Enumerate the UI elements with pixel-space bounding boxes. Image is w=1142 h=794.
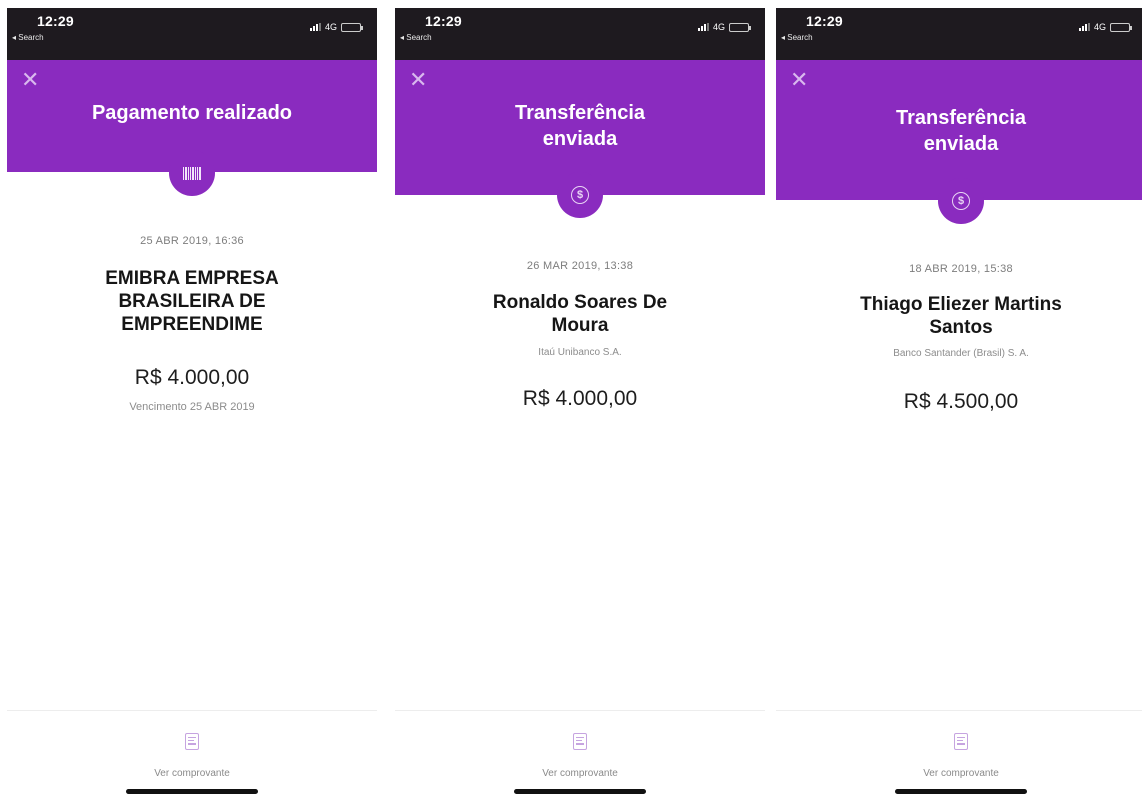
network-label: 4G — [324, 22, 337, 32]
screen-transfer-1: 12:29 ◂ Search 4G ✕ Transferência enviad… — [395, 8, 765, 794]
signal-icon — [309, 23, 321, 31]
status-bar: 12:29 ◂ Search 4G — [776, 8, 1142, 60]
recipient-name: Thiago Eliezer Martins Santos — [860, 294, 1062, 338]
back-to-search-link[interactable]: ◂ Search — [12, 33, 44, 42]
status-indicators: 4G — [1078, 22, 1132, 32]
transaction-date: 26 MAR 2019, 13:38 — [526, 260, 634, 272]
signal-icon — [697, 23, 709, 31]
status-time: 12:29 — [425, 13, 462, 29]
header-title: Transferência enviada — [514, 102, 646, 150]
bank-name: Itaú Unibanco S.A. — [538, 347, 622, 358]
battery-icon — [1110, 22, 1132, 32]
screen-transfer-2: 12:29 ◂ Search 4G ✕ Transferência enviad… — [776, 8, 1142, 794]
amount: R$ 4.000,00 — [134, 366, 250, 389]
header-title: Transferência enviada — [895, 107, 1027, 155]
amount: R$ 4.500,00 — [903, 390, 1019, 413]
status-bar: 12:29 ◂ Search 4G — [7, 8, 377, 60]
home-indicator — [514, 789, 646, 794]
status-time: 12:29 — [37, 13, 74, 29]
divider — [7, 710, 377, 711]
amount: R$ 4.000,00 — [522, 387, 638, 410]
back-to-search-link[interactable]: ◂ Search — [400, 33, 432, 42]
network-label: 4G — [712, 22, 725, 32]
recipient-name: Ronaldo Soares De Moura — [492, 292, 668, 336]
status-indicators: 4G — [697, 22, 751, 32]
header-title: Pagamento realizado — [91, 102, 293, 124]
divider — [776, 710, 1142, 711]
recipient-name: EMIBRA EMPRESA BRASILEIRA DE EMPREENDIME — [105, 268, 279, 335]
status-time: 12:29 — [806, 13, 843, 29]
dollar-circle-icon: $ — [938, 178, 984, 224]
view-receipt-link[interactable]: Ver comprovante — [7, 768, 377, 779]
status-bar: 12:29 ◂ Search 4G — [395, 8, 765, 60]
receipt-icon[interactable] — [954, 733, 968, 750]
battery-icon — [341, 22, 363, 32]
battery-icon — [729, 22, 751, 32]
transaction-date: 25 ABR 2019, 16:36 — [140, 235, 244, 247]
due-date: Vencimento 25 ABR 2019 — [129, 401, 255, 413]
view-receipt-link[interactable]: Ver comprovante — [776, 768, 1142, 779]
receipt-icon[interactable] — [573, 733, 587, 750]
home-indicator — [126, 789, 258, 794]
view-receipt-link[interactable]: Ver comprovante — [395, 768, 765, 779]
status-indicators: 4G — [309, 22, 363, 32]
dollar-circle-icon: $ — [557, 172, 603, 218]
close-icon[interactable]: ✕ — [21, 69, 41, 91]
signal-icon — [1078, 23, 1090, 31]
bank-name: Banco Santander (Brasil) S. A. — [893, 348, 1029, 359]
close-icon[interactable]: ✕ — [409, 69, 429, 91]
network-label: 4G — [1093, 22, 1106, 32]
close-icon[interactable]: ✕ — [790, 69, 810, 91]
transaction-date: 18 ABR 2019, 15:38 — [909, 263, 1013, 275]
screen-payment: 12:29 ◂ Search 4G ✕ Pagamento realizado … — [7, 8, 377, 794]
barcode-icon — [169, 150, 215, 196]
home-indicator — [895, 789, 1027, 794]
receipt-icon[interactable] — [185, 733, 199, 750]
back-to-search-link[interactable]: ◂ Search — [781, 33, 813, 42]
divider — [395, 710, 765, 711]
